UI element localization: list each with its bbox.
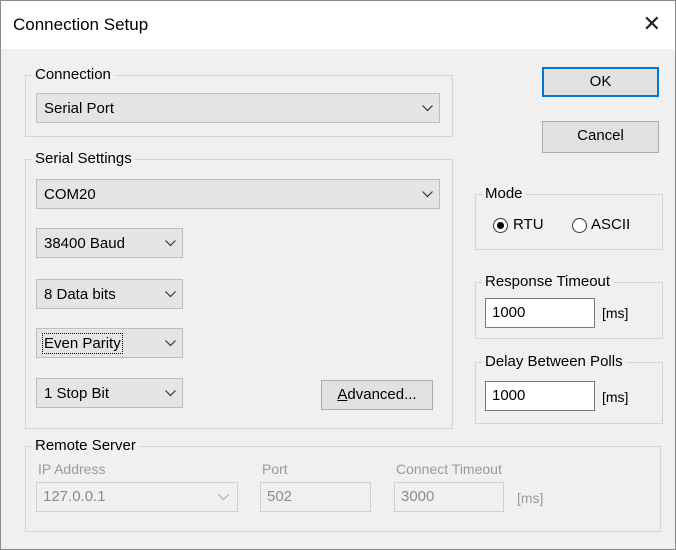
response-timeout-unit: [ms]: [602, 305, 629, 321]
data-bits-value: 8 Data bits: [44, 286, 116, 303]
rtu-radio[interactable]: [493, 218, 508, 233]
port-input[interactable]: 502: [260, 482, 371, 512]
connect-timeout-label: Connect Timeout: [396, 461, 502, 477]
connect-timeout-input[interactable]: 3000: [394, 482, 504, 512]
port-value: 502: [267, 488, 293, 505]
chevron-down-icon: [422, 105, 433, 112]
port-label: Port: [262, 461, 288, 477]
ok-button[interactable]: OK: [542, 67, 659, 97]
delay-between-polls-value: 1000: [492, 387, 526, 404]
mode-group-label: Mode: [482, 185, 526, 202]
window-title: Connection Setup: [13, 15, 149, 34]
delay-between-polls-label: Delay Between Polls: [482, 353, 626, 370]
rtu-label[interactable]: RTU: [513, 216, 544, 233]
ip-address-label: IP Address: [38, 461, 106, 477]
baud-select[interactable]: 38400 Baud: [36, 228, 183, 258]
serial-settings-label: Serial Settings: [32, 150, 135, 167]
parity-value: Even Parity: [42, 333, 123, 354]
delay-between-polls-input[interactable]: 1000: [485, 381, 595, 411]
ip-address-value: 127.0.0.1: [43, 488, 106, 505]
response-timeout-value: 1000: [492, 304, 526, 321]
com-port-value: COM20: [44, 186, 96, 203]
data-bits-select[interactable]: 8 Data bits: [36, 279, 183, 309]
radio-selected-dot: [497, 222, 504, 229]
chevron-down-icon: [422, 191, 433, 198]
chevron-down-icon: [165, 340, 176, 347]
response-timeout-label: Response Timeout: [482, 273, 614, 290]
response-timeout-input[interactable]: 1000: [485, 298, 595, 328]
chevron-down-icon: [165, 240, 176, 247]
chevron-down-icon: [218, 494, 229, 501]
delay-between-polls-unit: [ms]: [602, 389, 629, 405]
chevron-down-icon: [165, 390, 176, 397]
connection-group-label: Connection: [32, 66, 114, 83]
ip-address-select[interactable]: 127.0.0.1: [36, 482, 238, 512]
connection-type-select[interactable]: Serial Port: [36, 93, 440, 123]
connection-setup-dialog: Connection Setup ✕ Connection Serial Por…: [0, 0, 676, 550]
stop-bits-value: 1 Stop Bit: [44, 385, 110, 402]
advanced-button[interactable]: Advanced...: [321, 380, 433, 410]
parity-select[interactable]: Even Parity: [36, 328, 183, 358]
close-icon[interactable]: ✕: [643, 13, 661, 35]
chevron-down-icon: [165, 291, 176, 298]
connection-type-value: Serial Port: [44, 100, 115, 117]
title-bar: Connection Setup ✕: [1, 1, 675, 49]
cancel-button[interactable]: Cancel: [542, 121, 659, 153]
connect-timeout-unit: [ms]: [517, 490, 544, 506]
stop-bits-select[interactable]: 1 Stop Bit: [36, 378, 183, 408]
ascii-label[interactable]: ASCII: [591, 216, 630, 233]
com-port-select[interactable]: COM20: [36, 179, 440, 209]
connect-timeout-value: 3000: [401, 488, 435, 505]
remote-server-label: Remote Server: [32, 437, 139, 454]
baud-value: 38400 Baud: [44, 235, 125, 252]
ascii-radio[interactable]: [572, 218, 587, 233]
